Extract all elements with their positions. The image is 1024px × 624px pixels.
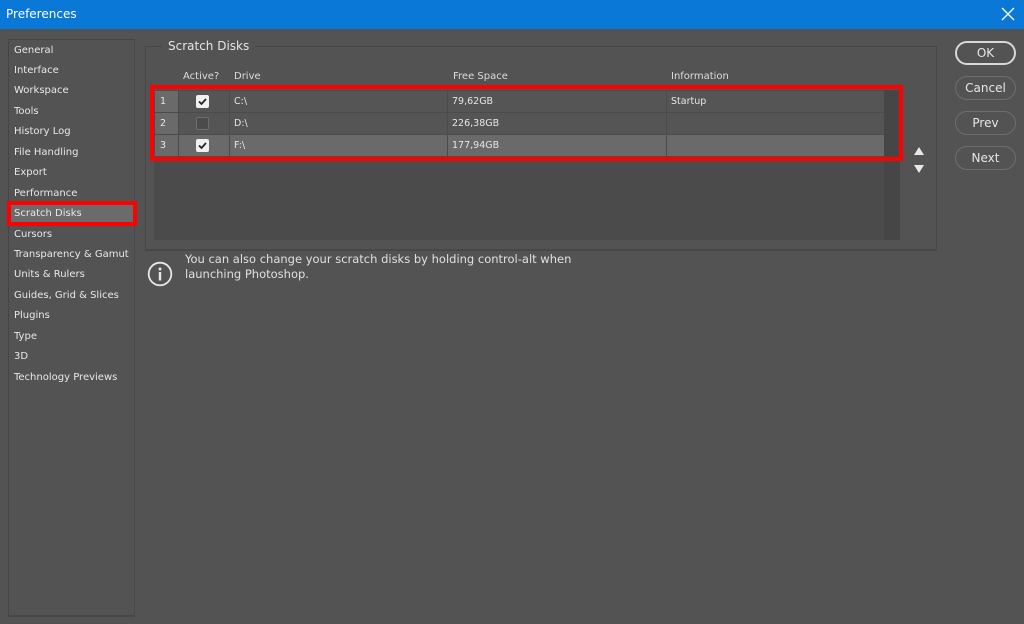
next-button[interactable]: Next (955, 146, 1016, 170)
active-checkbox[interactable] (196, 139, 209, 152)
section-title: Scratch Disks (162, 39, 256, 53)
active-cell (179, 135, 229, 156)
column-header-free-space[interactable]: Free Space (453, 71, 508, 82)
sidebar-item-transparency-gamut[interactable]: Transparency & Gamut (9, 245, 134, 265)
triangle-up-icon[interactable] (913, 141, 925, 155)
window-title: Preferences (6, 7, 77, 21)
prev-button[interactable]: Prev (955, 111, 1016, 135)
column-header-active[interactable]: Active? (183, 71, 219, 82)
sidebar-item-general[interactable]: General (9, 41, 134, 61)
table-row[interactable]: 2 D:\ 226,38GB (155, 113, 884, 134)
information-cell: Startup (667, 91, 884, 112)
cancel-button[interactable]: Cancel (955, 76, 1016, 100)
sidebar-item-performance[interactable]: Performance (9, 184, 134, 204)
sidebar-item-file-handling[interactable]: File Handling (9, 143, 134, 163)
sidebar-item-history-log[interactable]: History Log (9, 122, 134, 142)
sidebar-item-export[interactable]: Export (9, 163, 134, 183)
information-cell (667, 135, 884, 156)
sidebar-item-3d[interactable]: 3D (9, 347, 134, 367)
free-space-cell: 177,94GB (448, 135, 666, 156)
sidebar-item-scratch-disks[interactable]: Scratch Disks (9, 204, 134, 224)
row-number: 1 (155, 91, 178, 112)
info-icon (147, 261, 173, 287)
table-row[interactable]: 3 F:\ 177,94GB (155, 135, 884, 156)
free-space-cell: 79,62GB (448, 91, 666, 112)
column-header-drive[interactable]: Drive (234, 71, 261, 82)
sidebar-item-technology-previews[interactable]: Technology Previews (9, 368, 134, 388)
active-cell (179, 113, 229, 134)
active-checkbox[interactable] (196, 117, 209, 130)
sidebar-item-guides-grid-slices[interactable]: Guides, Grid & Slices (9, 286, 134, 306)
row-number: 2 (155, 113, 178, 134)
sidebar-item-tools[interactable]: Tools (9, 102, 134, 122)
sidebar-item-type[interactable]: Type (9, 327, 134, 347)
close-icon[interactable] (1000, 5, 1016, 23)
column-header-information[interactable]: Information (671, 71, 729, 82)
information-cell (667, 113, 884, 134)
table-row[interactable]: 1 C:\ 79,62GB Startup (155, 91, 884, 112)
free-space-cell: 226,38GB (448, 113, 666, 134)
sidebar-item-workspace[interactable]: Workspace (9, 81, 134, 101)
sidebar-item-interface[interactable]: Interface (9, 61, 134, 81)
title-bar: Preferences (0, 0, 1024, 29)
info-message: You can also change your scratch disks b… (185, 252, 572, 281)
ok-button[interactable]: OK (955, 41, 1016, 65)
preferences-sidebar: General Interface Workspace Tools Histor… (8, 39, 135, 617)
sidebar-item-units-rulers[interactable]: Units & Rulers (9, 265, 134, 285)
active-cell (179, 91, 229, 112)
drive-cell: C:\ (230, 91, 447, 112)
triangle-down-icon[interactable] (913, 159, 925, 173)
drive-cell: F:\ (230, 135, 447, 156)
sidebar-item-plugins[interactable]: Plugins (9, 306, 134, 326)
active-checkbox[interactable] (196, 95, 209, 108)
sidebar-item-cursors[interactable]: Cursors (9, 225, 134, 245)
drive-cell: D:\ (230, 113, 447, 134)
row-number: 3 (155, 135, 178, 156)
table-scrollbar[interactable] (884, 90, 900, 240)
